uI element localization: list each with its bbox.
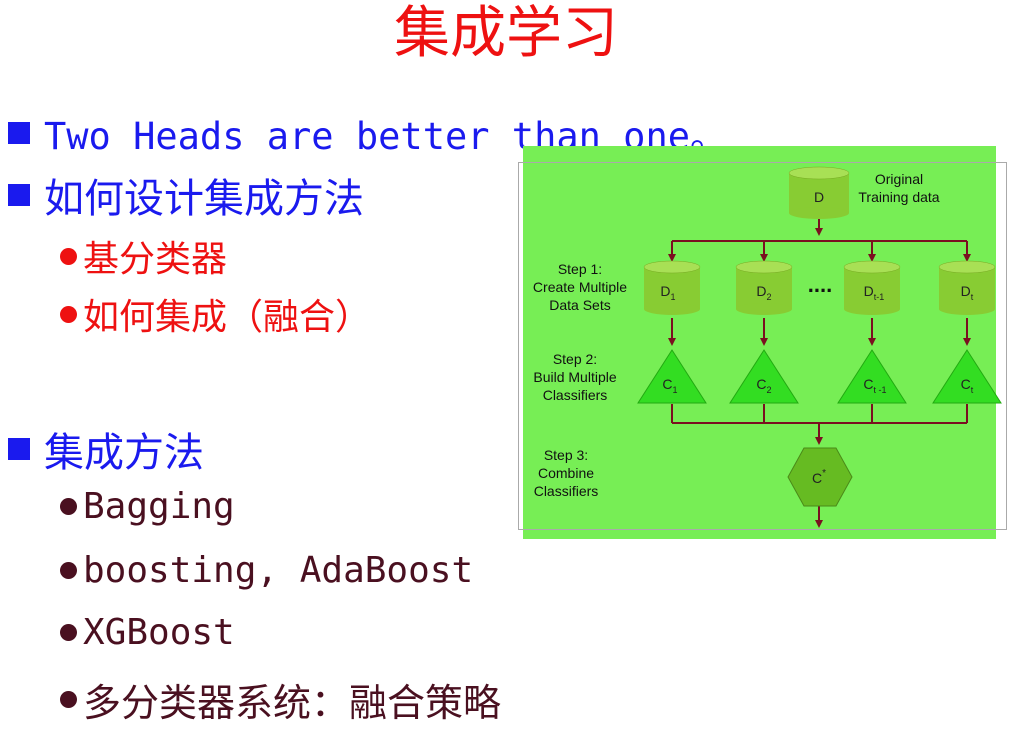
- sub-bullet-mcs-fusion: 多分类器系统：融合策略: [60, 672, 501, 727]
- original-data-label: D: [814, 189, 824, 205]
- dot-bullet-icon: [60, 305, 77, 323]
- sub-bullet-text: XGBoost: [83, 612, 235, 653]
- sub-bullet-xgboost: XGBoost: [60, 612, 235, 653]
- sub-bullet-bagging: Bagging: [60, 486, 235, 527]
- step3-line3: Classifiers: [534, 483, 599, 499]
- original-data-cylinder: D: [788, 166, 850, 219]
- sub-bullet-text: boosting, AdaBoost: [83, 550, 474, 591]
- combined-classifier-label: C: [812, 470, 822, 486]
- step2-line2: Build Multiple: [533, 369, 616, 385]
- bullet-ensemble-methods: 集成方法: [8, 420, 204, 478]
- dataset-2-sub: 2: [767, 292, 772, 302]
- dataset-ellipsis: ....: [808, 272, 832, 297]
- dot-bullet-icon: [60, 247, 77, 265]
- sub-bullet-text: 如何集成（融合）: [83, 297, 372, 338]
- original-label-line2: Training data: [858, 189, 939, 205]
- dataset-t-1-sub: t-1: [874, 292, 885, 302]
- step2-line1: Step 2:: [553, 351, 597, 367]
- classifier-1-sub: 1: [673, 385, 678, 395]
- page-title: 集成学习: [394, 1, 618, 66]
- dot-bullet-icon: [60, 624, 77, 641]
- square-bullet-icon: [8, 122, 30, 144]
- step1-line1: Step 1:: [558, 261, 602, 277]
- dot-bullet-icon: [60, 498, 77, 515]
- sub-bullet-base-classifier: 基分类器: [60, 230, 227, 282]
- original-label-line1: Original: [875, 171, 923, 187]
- dot-bullet-icon: [60, 691, 77, 708]
- combined-classifier-sup: *: [822, 468, 826, 479]
- bullet-text: 集成方法: [44, 430, 204, 476]
- dataset-2-label: D: [756, 283, 766, 299]
- sub-bullet-text: Bagging: [83, 486, 235, 527]
- classifier-t-label: C: [961, 376, 971, 392]
- sub-bullet-text: 基分类器: [83, 239, 228, 280]
- classifier-1-label: C: [662, 376, 672, 392]
- ensemble-diagram: D Original Training data Step 1: Create …: [518, 146, 1007, 539]
- dot-bullet-icon: [60, 562, 77, 579]
- step3-line1: Step 3:: [544, 447, 588, 463]
- bullet-design-ensemble: 如何设计集成方法: [8, 166, 364, 224]
- step1-line2: Create Multiple: [533, 279, 627, 295]
- step2-line3: Classifiers: [543, 387, 608, 403]
- step1-line3: Data Sets: [549, 297, 610, 313]
- dataset-cylinder-1: D1: [643, 260, 701, 315]
- dataset-1-sub: 1: [671, 292, 676, 302]
- classifier-t-1-label: C: [863, 376, 873, 392]
- dataset-t-label: D: [961, 283, 971, 299]
- square-bullet-icon: [8, 438, 30, 460]
- classifier-2-sub: 2: [767, 385, 772, 395]
- dataset-cylinder-t: Dt: [938, 260, 996, 315]
- sub-bullet-how-to-ensemble: 如何集成（融合）: [60, 288, 371, 340]
- dataset-cylinder-2: D2: [735, 260, 793, 315]
- step3-line2: Combine: [538, 465, 594, 481]
- dataset-1-label: D: [660, 283, 670, 299]
- classifier-t-1-sub: t -1: [874, 385, 887, 395]
- dataset-cylinder-t-1: Dt-1: [843, 260, 901, 315]
- dataset-t-1-label: D: [864, 283, 874, 299]
- sub-bullet-boosting: boosting, AdaBoost: [60, 550, 473, 591]
- classifier-2-label: C: [756, 376, 766, 392]
- bullet-text: 如何设计集成方法: [44, 176, 364, 222]
- square-bullet-icon: [8, 184, 30, 206]
- sub-bullet-text: 多分类器系统：融合策略: [83, 681, 502, 725]
